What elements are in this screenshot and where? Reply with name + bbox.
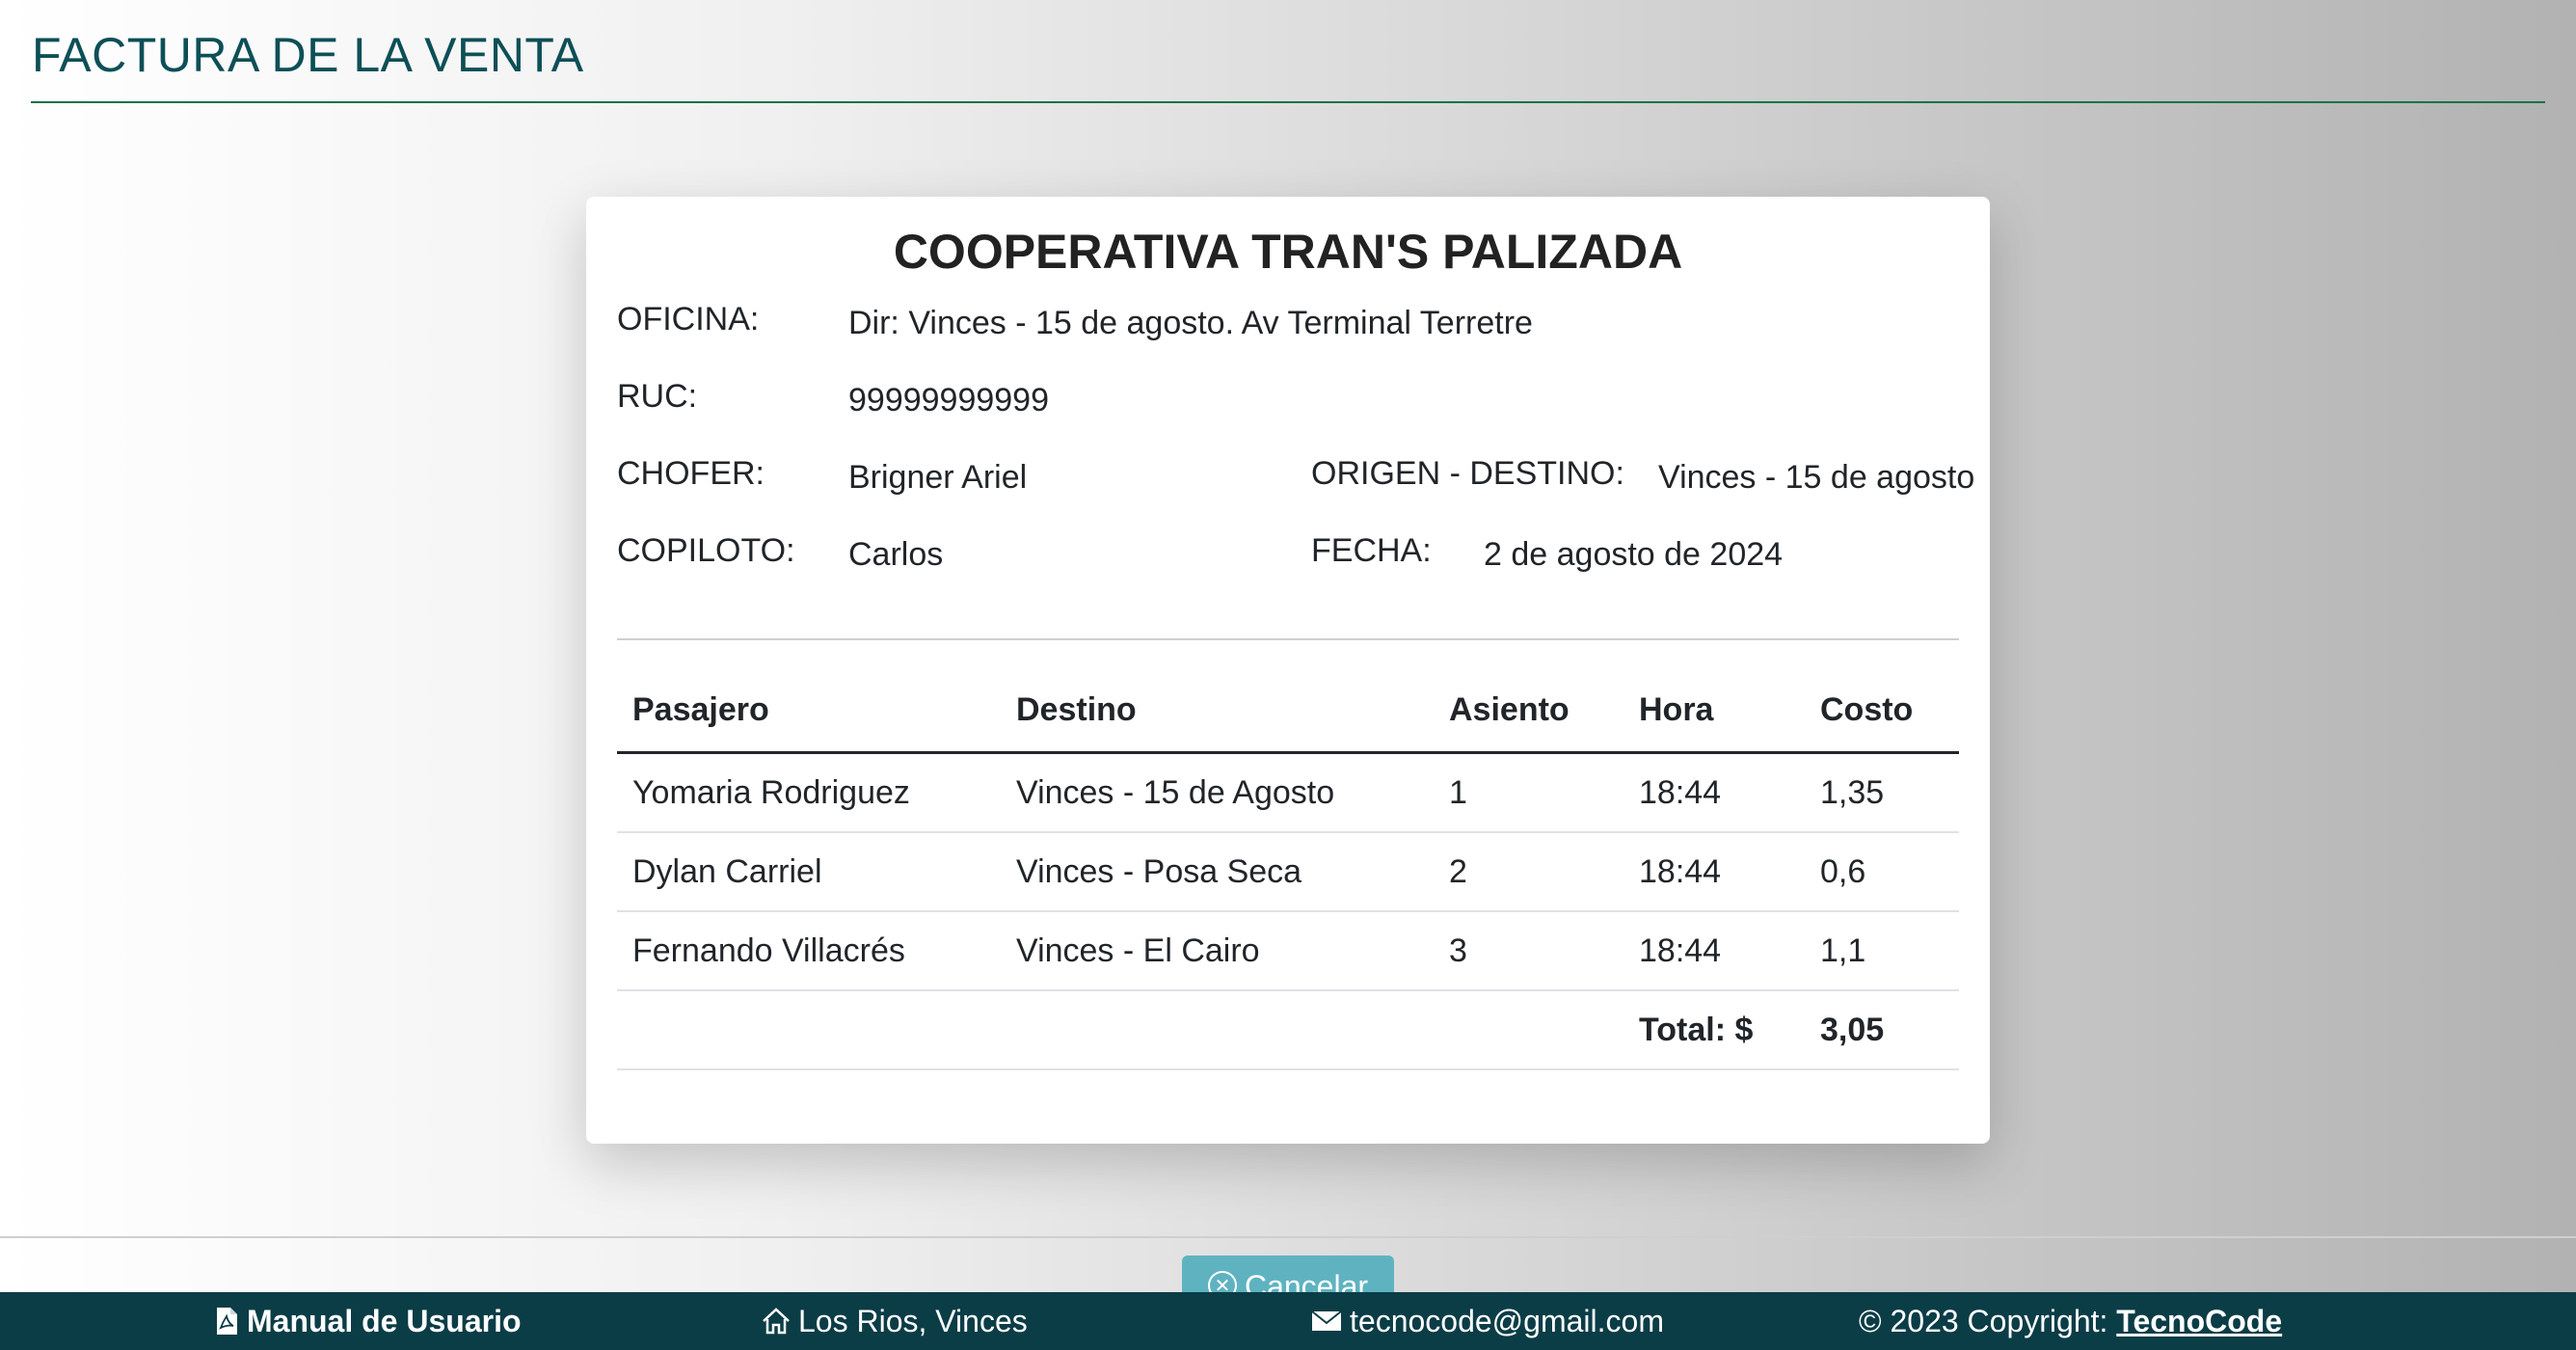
footer-manual-label: Manual de Usuario [247, 1303, 522, 1338]
cell-destino: Vinces - 15 de Agosto [1016, 773, 1335, 811]
copiloto-value: Carlos [848, 536, 944, 573]
total-label: Total: $ [1639, 1011, 1754, 1048]
cell-asiento: 2 [1449, 852, 1467, 890]
cell-costo: 1,35 [1820, 773, 1885, 811]
cell-hora: 18:44 [1639, 932, 1722, 969]
title-divider [31, 101, 2545, 103]
footer-email-label: tecnocode@gmail.com [1350, 1303, 1664, 1338]
table-total-row: Total: $ 3,05 [617, 991, 1959, 1070]
footer-manual-link[interactable]: Manual de Usuario [214, 1292, 522, 1350]
cell-costo: 0,6 [1820, 852, 1866, 890]
cell-destino: Vinces - El Cairo [1016, 932, 1260, 969]
footer-copyright: © 2023 Copyright: TecnoCode [1859, 1292, 2282, 1350]
header-hora: Hora [1639, 691, 1714, 728]
fecha-value: 2 de agosto de 2024 [1484, 536, 1784, 573]
origen-destino-value: Vinces - 15 de agosto [1658, 459, 1975, 496]
cell-costo: 1,1 [1820, 932, 1866, 969]
passenger-table: Pasajero Destino Asiento Hora Costo Yoma… [617, 669, 1959, 1070]
cell-pasajero: Dylan Carriel [632, 852, 822, 890]
oficina-value: Dir: Vinces - 15 de agosto. Av Terminal … [848, 305, 1533, 341]
chofer-label: CHOFER: [617, 455, 765, 492]
footer-copyright-label: © 2023 Copyright: [1859, 1303, 2108, 1338]
table-header-row: Pasajero Destino Asiento Hora Costo [617, 669, 1959, 754]
chofer-value: Brigner Ariel [848, 459, 1028, 496]
cell-asiento: 1 [1449, 773, 1467, 811]
header-asiento: Asiento [1449, 691, 1570, 728]
envelope-icon [1311, 1310, 1342, 1331]
cell-pasajero: Fernando Villacrés [632, 932, 905, 969]
table-row: Dylan Carriel Vinces - Posa Seca 2 18:44… [617, 833, 1959, 912]
copiloto-label: COPILOTO: [617, 532, 795, 569]
origen-destino-label: ORIGEN - DESTINO: [1311, 455, 1624, 492]
invoice-card: COOPERATIVA TRAN'S PALIZADA OFICINA: Dir… [586, 197, 1990, 1144]
page-title: FACTURA DE LA VENTA [32, 28, 584, 82]
header-costo: Costo [1820, 691, 1914, 728]
footer-brand-link[interactable]: TecnoCode [2116, 1304, 2282, 1339]
cell-destino: Vinces - Posa Seca [1016, 852, 1302, 890]
cell-hora: 18:44 [1639, 852, 1722, 890]
footer-location: Los Rios, Vinces [762, 1292, 1028, 1350]
fecha-label: FECHA: [1311, 532, 1432, 569]
file-pdf-icon [217, 1308, 237, 1335]
content-divider [0, 1236, 2576, 1238]
ruc-label: RUC: [617, 378, 698, 415]
header-separator [617, 638, 1959, 640]
ruc-value: 99999999999 [848, 382, 1050, 418]
cell-pasajero: Yomaria Rodriguez [632, 773, 910, 811]
total-value: 3,05 [1820, 1011, 1885, 1048]
header-destino: Destino [1016, 691, 1137, 728]
footer-location-label: Los Rios, Vinces [798, 1303, 1028, 1338]
company-name: COOPERATIVA TRAN'S PALIZADA [893, 225, 1683, 279]
footer: Manual de Usuario Los Rios, Vinces tecno… [0, 1292, 2576, 1350]
oficina-label: OFICINA: [617, 301, 760, 338]
header-pasajero: Pasajero [632, 691, 769, 728]
home-icon [763, 1308, 790, 1335]
table-row: Fernando Villacrés Vinces - El Cairo 3 1… [617, 912, 1959, 991]
footer-email: tecnocode@gmail.com [1311, 1292, 1664, 1350]
cell-asiento: 3 [1449, 932, 1467, 969]
table-row: Yomaria Rodriguez Vinces - 15 de Agosto … [617, 754, 1959, 833]
cell-hora: 18:44 [1639, 773, 1722, 811]
